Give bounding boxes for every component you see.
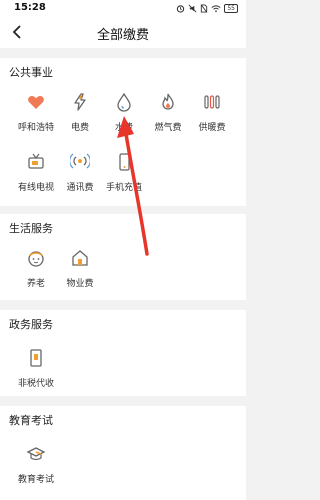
wifi-icon (211, 4, 221, 12)
service-label: 物业费 (66, 279, 94, 289)
service-label: 供暖费 (198, 123, 226, 133)
service-label: 非税代收 (17, 379, 54, 389)
page-title: 全部缴费 (96, 28, 149, 43)
section-government-services: 政务服务 非税代收 (0, 310, 246, 396)
service-telecom[interactable]: 通讯费 (56, 152, 104, 202)
no-sim-icon (201, 3, 208, 13)
service-heating[interactable]: 供暖费 (188, 92, 236, 142)
nav-bar: 全部缴费 (0, 16, 246, 48)
flame-icon (162, 93, 174, 110)
section-title: 教育考试 (9, 414, 53, 427)
receipt-icon (30, 349, 42, 367)
section-life-services: 生活服务 养老 物业费 (0, 214, 246, 300)
service-education-exam[interactable]: 教育考试 (12, 444, 60, 494)
mute-icon (188, 4, 197, 12)
service-non-tax-collection[interactable]: 非税代收 (12, 348, 60, 398)
battery-indicator: 55 (224, 3, 238, 13)
tv-icon (28, 153, 44, 169)
service-cable-tv[interactable]: 有线电视 (12, 152, 60, 202)
water-drop-icon (117, 92, 131, 112)
service-electricity[interactable]: 电费 (56, 92, 104, 142)
service-hohhot[interactable]: 呼和浩特 (12, 92, 60, 142)
service-property-fee[interactable]: 物业费 (56, 248, 104, 298)
service-water[interactable]: 水费 (100, 92, 148, 142)
service-gas[interactable]: 燃气费 (144, 92, 192, 142)
section-public-utilities: 公共事业 呼和浩特 电费 水费 燃气费 供暖费 有线电视 通讯费 手机充值 (0, 58, 246, 206)
heart-icon (28, 96, 44, 109)
status-icons: 55 (176, 3, 238, 13)
signal-icon (70, 153, 90, 169)
section-title: 公共事业 (9, 66, 53, 79)
service-pension[interactable]: 养老 (12, 248, 60, 298)
elderly-face-icon (28, 251, 44, 267)
service-label: 教育考试 (17, 475, 54, 485)
section-title: 生活服务 (9, 222, 53, 235)
status-time: 15:28 (14, 2, 46, 13)
section-education-exams: 教育考试 教育考试 (0, 406, 246, 500)
house-icon (72, 250, 88, 266)
section-title: 政务服务 (9, 318, 53, 331)
status-bar: 15:28 55 (0, 0, 246, 16)
graduation-cap-icon (26, 447, 46, 461)
service-label: 手机充值 (105, 183, 142, 193)
service-mobile-topup[interactable]: 手机充值 (100, 152, 148, 202)
radiator-icon (204, 95, 220, 109)
lightning-icon (74, 93, 86, 111)
phone-icon (119, 153, 130, 171)
alarm-icon (177, 4, 185, 13)
